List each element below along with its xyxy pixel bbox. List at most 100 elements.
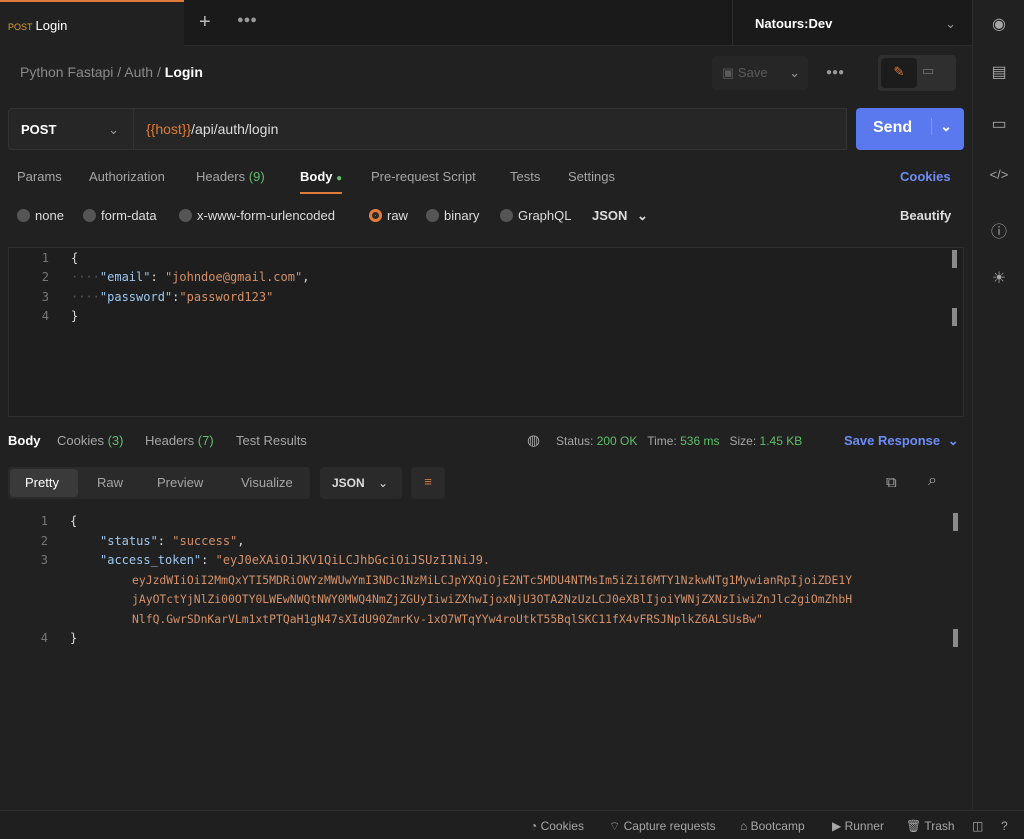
scrollbar[interactable]	[953, 513, 958, 531]
chevron-down-icon[interactable]: ⌄	[931, 118, 952, 135]
scrollbar[interactable]	[952, 308, 957, 326]
footer-capture-requests[interactable]: ⌔ Capture requests	[609, 819, 716, 834]
status-bar: ◔ Cookies ⌔ Capture requests ⌂ Bootcamp …	[0, 810, 1024, 839]
copy-icon[interactable]: ⧉	[886, 474, 897, 491]
beautify-link[interactable]: Beautify	[900, 208, 951, 223]
satellite-icon: ⌔	[609, 819, 621, 833]
radio-form-data[interactable]: form-data	[83, 208, 157, 223]
radio-label: binary	[444, 208, 480, 223]
footer-trash[interactable]: 🗑 Trash	[906, 819, 955, 833]
footer-bootcamp[interactable]: ⌂ Bootcamp	[740, 819, 805, 833]
save-button[interactable]: ▣ Save ⌄	[712, 56, 808, 90]
line-number: 3	[41, 290, 49, 304]
view-tab-preview[interactable]: Preview	[157, 475, 203, 490]
lightbulb-icon[interactable]: ☀	[989, 268, 1009, 288]
json-value: "password123"	[179, 290, 274, 304]
pencil-icon[interactable]: ✎	[881, 58, 917, 88]
trash-icon: 🗑	[906, 819, 922, 833]
tab-pre-request-script[interactable]: Pre-request Script	[371, 169, 476, 184]
line-number: 3	[40, 553, 48, 567]
breadcrumb-folder[interactable]: Auth	[124, 64, 153, 80]
comment-icon[interactable]: ▭	[922, 63, 934, 79]
wrap-lines-icon[interactable]: ≡	[411, 467, 445, 499]
time-label: Time:	[647, 434, 677, 448]
play-icon: ▶	[832, 819, 842, 833]
radio-urlencoded[interactable]: x-www-form-urlencoded	[179, 208, 335, 223]
radio-label: GraphQL	[518, 208, 572, 223]
code-line: "access_token": "eyJ0eXAiOiJKV1QiLCJhbGc…	[100, 553, 491, 567]
send-label: Send	[873, 119, 913, 136]
request-tab[interactable]: POST Login	[0, 0, 184, 46]
environment-select[interactable]: Natours:Dev ⌄	[732, 0, 972, 46]
footer-label: Bootcamp	[750, 819, 805, 833]
view-tab-pretty[interactable]: Pretty	[25, 475, 59, 490]
tab-headers[interactable]: Headers (9)	[196, 169, 265, 184]
cookies-count: (3)	[107, 433, 124, 448]
response-body-viewer[interactable]: 1 2 3 4 { "status": "success", "access_t…	[8, 510, 964, 800]
response-format-select[interactable]: JSON ⌄	[320, 467, 402, 499]
footer-label: Runner	[844, 819, 884, 833]
tab-tests[interactable]: Tests	[510, 169, 540, 184]
save-response-label: Save Response	[844, 433, 941, 448]
save-response-button[interactable]: Save Response ⌄	[844, 433, 959, 449]
request-body-editor[interactable]: 1 2 3 4 { ····"email": "johndoe@gmail.co…	[8, 247, 964, 417]
response-tab-tests[interactable]: Test Results	[236, 433, 307, 448]
footer-cookies[interactable]: ◔ Cookies	[530, 819, 584, 833]
body-format-select[interactable]: JSON ⌄	[592, 208, 648, 224]
radio-label: raw	[387, 208, 408, 223]
url-path: /api/auth/login	[191, 121, 279, 137]
token-line: "eyJ0eXAiOiJKV1QiLCJhbGciOiJSUzI1NiJ9.	[215, 553, 491, 567]
view-tab-raw[interactable]: Raw	[97, 475, 123, 490]
save-label: Save	[737, 65, 768, 80]
help-icon[interactable]: ?	[1001, 819, 1008, 833]
tab-authorization[interactable]: Authorization	[89, 169, 165, 184]
radio-selected-icon	[369, 209, 382, 222]
response-tab-headers[interactable]: Headers (7)	[145, 433, 214, 448]
radio-raw[interactable]: raw	[369, 208, 408, 223]
comment-icon[interactable]: ▭	[989, 114, 1009, 134]
scrollbar[interactable]	[953, 629, 958, 647]
line-number: 2	[41, 270, 49, 284]
document-icon[interactable]: ▤	[989, 62, 1009, 82]
footer-runner[interactable]: ▶ Runner	[832, 819, 884, 833]
scrollbar[interactable]	[952, 250, 957, 268]
more-icon[interactable]: ●●●	[826, 67, 844, 78]
chevron-down-icon[interactable]: ⌄	[789, 65, 800, 81]
code-line: {	[70, 514, 78, 528]
json-key: "email"	[99, 270, 151, 284]
more-icon[interactable]: ●●●	[237, 14, 257, 26]
two-pane-icon[interactable]: ◫	[972, 819, 983, 833]
tab-body[interactable]: Body ●	[300, 169, 343, 194]
tab-label: Cookies	[57, 433, 104, 448]
radio-icon	[500, 209, 513, 222]
url-input[interactable]: {{host}}/api/auth/login	[133, 108, 847, 150]
code-icon[interactable]: </>	[989, 167, 1009, 182]
method-select[interactable]: POST ⌄	[8, 108, 134, 150]
eye-icon[interactable]: ◉	[989, 14, 1009, 34]
search-icon[interactable]: ⌕	[928, 472, 937, 490]
cookies-link[interactable]: Cookies	[900, 169, 951, 184]
tab-label: Headers	[145, 433, 195, 448]
tab-body-label: Body	[300, 169, 333, 184]
tab-settings[interactable]: Settings	[568, 169, 615, 184]
new-tab-icon[interactable]: +	[199, 11, 211, 34]
info-icon[interactable]: ⓘ	[989, 218, 1009, 242]
radio-icon	[83, 209, 96, 222]
radio-none[interactable]: none	[17, 208, 64, 223]
radio-graphql[interactable]: GraphQL	[500, 208, 571, 223]
view-tab-visualize[interactable]: Visualize	[241, 475, 293, 490]
send-button[interactable]: Send ⌄	[856, 108, 964, 150]
tab-name: Login	[35, 18, 68, 33]
tab-params[interactable]: Params	[17, 169, 62, 184]
response-tab-cookies[interactable]: Cookies (3)	[57, 433, 123, 448]
breadcrumb-request: Login	[164, 64, 203, 80]
code-line: ····"password":"password123"	[71, 290, 274, 304]
response-format-label: JSON	[332, 476, 365, 490]
size-label: Size:	[729, 434, 757, 448]
json-key: "access_token"	[100, 553, 202, 567]
radio-binary[interactable]: binary	[426, 208, 479, 223]
status-label: Status:	[556, 434, 594, 448]
breadcrumb-collection[interactable]: Python Fastapi	[20, 64, 113, 80]
response-tab-body[interactable]: Body	[8, 433, 41, 448]
json-key: "status"	[100, 534, 158, 548]
